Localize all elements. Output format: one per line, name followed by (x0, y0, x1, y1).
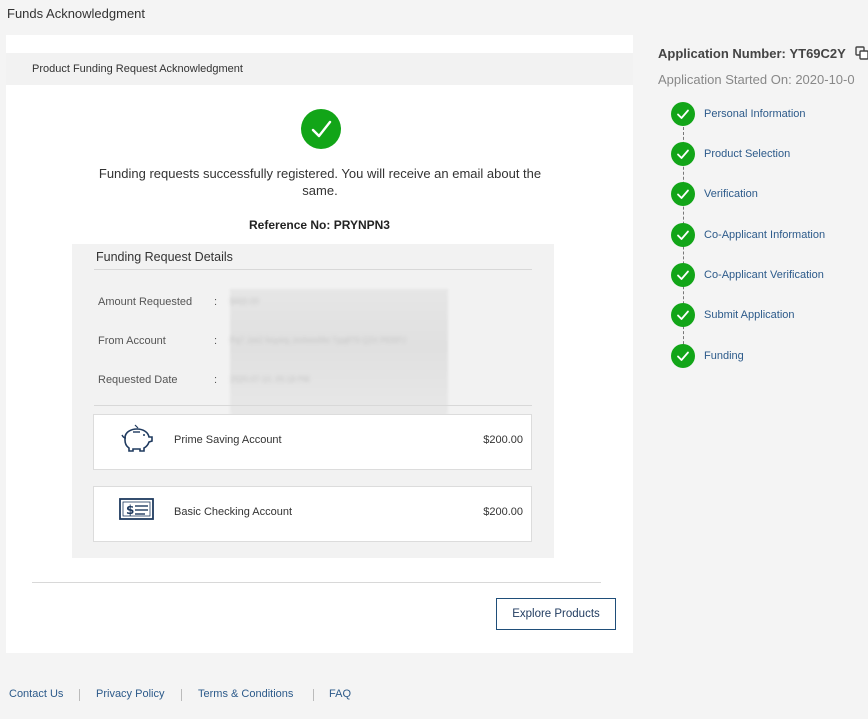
amount-requested-value: $400.00 (230, 297, 259, 306)
footer: Contact Us Privacy Policy Terms & Condit… (0, 688, 868, 708)
step-label: Verification (704, 188, 758, 200)
footer-link-privacy-policy[interactable]: Privacy Policy (96, 688, 164, 700)
application-started-value: 2020-10-0 (795, 72, 855, 87)
step-label: Funding (704, 350, 744, 362)
account-name: Prime Saving Account (174, 434, 282, 446)
card-header: Product Funding Request Acknowledgment (6, 53, 633, 85)
account-amount: $200.00 (483, 434, 523, 446)
copy-icon[interactable] (855, 46, 868, 60)
reference-value: PRYNPN3 (333, 218, 390, 232)
success-message: Funding requests successfully registered… (98, 166, 542, 198)
application-number: Application Number: YT69C2Y (658, 46, 846, 61)
reference-label: Reference No: (249, 218, 331, 232)
details-title: Funding Request Details (96, 250, 233, 264)
account-name: Basic Checking Account (174, 506, 293, 518)
piggy-bank-icon (121, 424, 153, 452)
card-header-title: Product Funding Request Acknowledgment (32, 63, 243, 75)
divider (32, 582, 601, 583)
step-label: Co-Applicant Verification (704, 269, 824, 281)
divider (94, 405, 532, 406)
step-label: Personal Information (704, 108, 806, 120)
footer-separator (313, 689, 314, 701)
requested-date-value: 2020-07-10, 05:18 PM (230, 375, 310, 384)
footer-separator (79, 689, 80, 701)
acknowledgment-card: Product Funding Request Acknowledgment F… (6, 35, 633, 653)
account-amount: $200.00 (483, 506, 523, 518)
step-complete-icon (671, 182, 695, 206)
step-complete-icon (671, 102, 695, 126)
account-item-prime-saving: Prime Saving Account $200.00 (93, 414, 532, 470)
amount-requested-label: Amount Requested (98, 296, 193, 308)
page-title: Funds Acknowledgment (7, 6, 146, 21)
application-started-label: Application Started On: (658, 72, 792, 87)
footer-separator (181, 689, 182, 701)
success-check-icon (301, 109, 341, 149)
step-label: Submit Application (704, 309, 795, 321)
application-number-value: YT69C2Y (789, 46, 846, 61)
application-number-label: Application Number: (658, 46, 786, 61)
reference-number: Reference No: PRYNPN3 (6, 218, 633, 232)
footer-link-contact-us[interactable]: Contact Us (9, 688, 63, 700)
check-icon: $ (119, 498, 154, 520)
from-account-value: Pq7 Jzk2 Nvp4sj JmNwsRkt Tpq8T9 Q2X PERP… (230, 336, 406, 345)
step-complete-icon (671, 344, 695, 368)
colon: : (214, 335, 218, 347)
colon: : (214, 374, 218, 386)
step-complete-icon (671, 303, 695, 327)
funding-request-details: Funding Request Details Amount Requested… (72, 244, 554, 558)
step-label: Co-Applicant Information (704, 229, 826, 241)
requested-date-label: Requested Date (98, 374, 178, 386)
account-item-basic-checking: $ Basic Checking Account $200.00 (93, 486, 532, 542)
footer-link-faq[interactable]: FAQ (329, 688, 351, 700)
redacted-values: $400.00 Pq7 Jzk2 Nvp4sj JmNwsRkt Tpq8T9 … (230, 289, 448, 417)
step-complete-icon (671, 142, 695, 166)
divider (94, 269, 532, 270)
step-complete-icon (671, 263, 695, 287)
step-label: Product Selection (704, 148, 791, 160)
explore-products-button[interactable]: Explore Products (496, 598, 616, 630)
svg-text:$: $ (126, 503, 134, 517)
step-complete-icon (671, 223, 695, 247)
footer-link-terms-conditions[interactable]: Terms & Conditions (198, 688, 293, 700)
from-account-label: From Account (98, 335, 166, 347)
application-started: Application Started On: 2020-10-0 (658, 72, 855, 87)
colon: : (214, 296, 218, 308)
